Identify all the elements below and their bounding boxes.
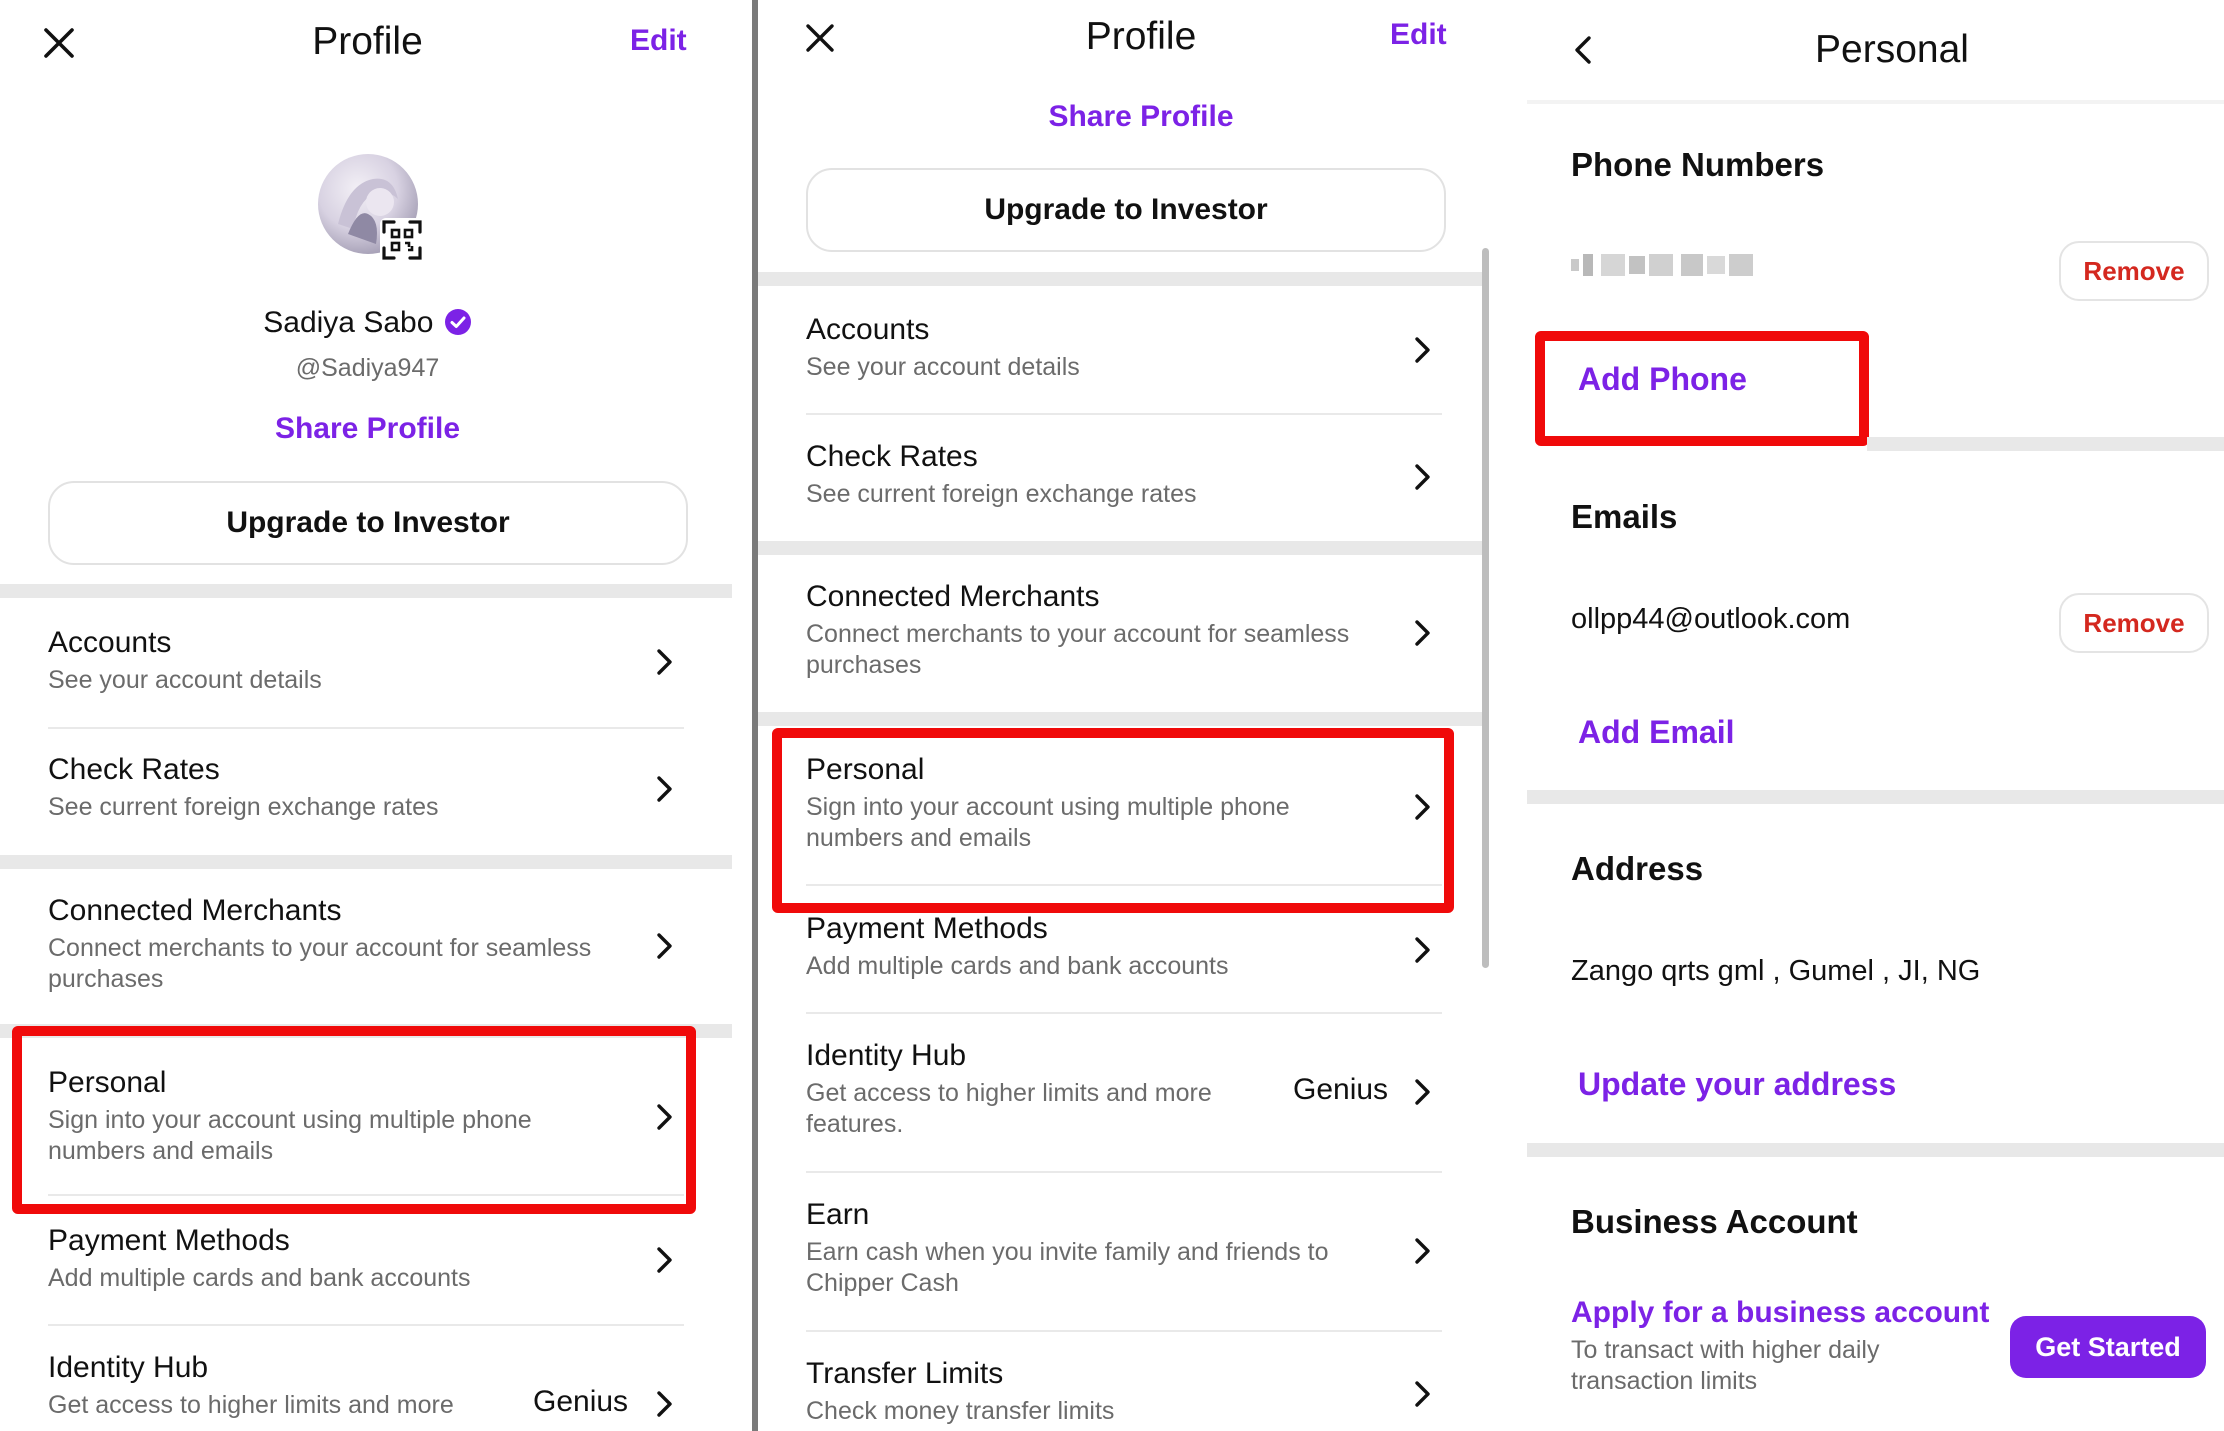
chevron-right-icon[interactable] — [1408, 619, 1436, 647]
edit-button[interactable]: Edit — [1390, 18, 1447, 52]
row-divider — [48, 727, 684, 729]
section-divider — [758, 272, 1488, 286]
menu-item-subtitle: Add multiple cards and bank accounts — [806, 952, 1229, 980]
edit-button[interactable]: Edit — [630, 24, 687, 58]
upgrade-to-investor-button[interactable]: Upgrade to Investor — [48, 481, 688, 565]
chevron-right-icon[interactable] — [1408, 936, 1436, 964]
highlight-box-personal — [772, 728, 1454, 913]
menu-item-subtitle: Connect merchants to your account for se… — [806, 620, 1350, 679]
personal-screen-right: Personal Phone Numbers Remove Add Phone … — [1527, 0, 2224, 1431]
page-title: Profile — [312, 20, 423, 63]
genius-badge: Genius — [1293, 1073, 1389, 1106]
share-profile-link[interactable]: Share Profile — [0, 412, 735, 446]
menu-item-title: Identity Hub — [48, 1351, 209, 1384]
menu-item-payment-methods[interactable]: Payment Methods Add multiple cards and b… — [48, 1222, 668, 1294]
menu-item-title: Payment Methods — [806, 912, 1048, 945]
chevron-right-icon[interactable] — [650, 648, 678, 676]
section-divider — [1867, 437, 2224, 451]
chevron-right-icon[interactable] — [1408, 1078, 1436, 1106]
qr-code-icon[interactable] — [380, 218, 424, 262]
email-address: ollpp44@outlook.com — [1571, 603, 1851, 635]
menu-item-connected-merchants[interactable]: Connected Merchants Connect merchants to… — [48, 892, 628, 995]
menu-item-title: Connected Merchants — [48, 894, 342, 927]
row-divider — [806, 1171, 1442, 1173]
menu-item-title: Connected Merchants — [806, 580, 1100, 613]
menu-item-identity-hub[interactable]: Identity Hub Get access to higher limits… — [48, 1349, 528, 1421]
username: @Sadiya947 — [295, 354, 440, 382]
apply-business-link[interactable]: Apply for a business account — [1571, 1296, 1989, 1330]
menu-item-subtitle: Earn cash when you invite family and fri… — [806, 1238, 1329, 1297]
profile-screen-middle: Profile Edit Share Profile Upgrade to In… — [758, 0, 1528, 1431]
user-name-row: Sadiya Sabo — [0, 306, 735, 344]
chevron-right-icon[interactable] — [1408, 463, 1436, 491]
section-divider — [758, 541, 1488, 555]
menu-item-subtitle: Check money transfer limits — [806, 1397, 1115, 1425]
user-name: Sadiya Sabo — [263, 306, 434, 339]
chevron-right-icon[interactable] — [650, 932, 678, 960]
address-text: Zango qrts gml , Gumel , JI, NG — [1571, 955, 1981, 987]
section-divider — [758, 712, 1488, 726]
section-heading-phone: Phone Numbers — [1571, 146, 1825, 183]
menu-item-title: Transfer Limits — [806, 1357, 1004, 1390]
chevron-right-icon[interactable] — [1408, 1237, 1436, 1265]
highlight-box-personal — [12, 1026, 696, 1214]
menu-item-accounts[interactable]: Accounts See your account details — [48, 624, 668, 696]
section-divider — [0, 584, 732, 598]
row-divider — [806, 413, 1442, 415]
menu-item-title: Earn — [806, 1198, 870, 1231]
menu-item-title: Check Rates — [806, 440, 978, 473]
menu-item-connected-merchants[interactable]: Connected Merchants Connect merchants to… — [806, 578, 1406, 681]
menu-item-payment-methods[interactable]: Payment Methods Add multiple cards and b… — [806, 910, 1406, 982]
section-heading-business: Business Account — [1571, 1203, 1858, 1240]
menu-item-check-rates[interactable]: Check Rates See current foreign exchange… — [806, 438, 1406, 510]
menu-item-subtitle: See current foreign exchange rates — [806, 480, 1197, 508]
scrollbar[interactable] — [1482, 248, 1489, 968]
header-shadow — [1527, 100, 2224, 104]
section-divider — [0, 855, 732, 869]
masked-phone-number — [1571, 250, 1771, 280]
menu-item-subtitle: See current foreign exchange rates — [48, 793, 439, 821]
get-started-button[interactable]: Get Started — [2010, 1316, 2206, 1378]
menu-item-title: Payment Methods — [48, 1224, 290, 1257]
menu-item-subtitle: Connect merchants to your account for se… — [48, 934, 592, 993]
chevron-right-icon[interactable] — [650, 775, 678, 803]
menu-item-title: Check Rates — [48, 753, 220, 786]
share-profile-link[interactable]: Share Profile — [758, 100, 1524, 134]
menu-item-subtitle: Get access to higher limits and more — [48, 1391, 454, 1419]
menu-item-title: Identity Hub — [806, 1039, 967, 1072]
menu-item-title: Accounts — [48, 626, 172, 659]
genius-badge: Genius — [533, 1385, 629, 1418]
row-divider — [48, 1324, 684, 1326]
menu-item-transfer-limits[interactable]: Transfer Limits Check money transfer lim… — [806, 1355, 1406, 1427]
menu-item-identity-hub[interactable]: Identity Hub Get access to higher limits… — [806, 1037, 1256, 1140]
page-title: Personal — [1815, 28, 1969, 71]
menu-item-subtitle: See your account details — [806, 353, 1080, 381]
profile-screen-left: Profile Edit Sadiya Sabo @Sadiya947 Shar… — [0, 0, 752, 1431]
section-heading-address: Address — [1571, 850, 1704, 887]
verified-badge-icon — [444, 308, 472, 344]
chevron-right-icon[interactable] — [1408, 1380, 1436, 1408]
remove-email-button[interactable]: Remove — [2059, 593, 2209, 653]
update-address-link[interactable]: Update your address — [1578, 1066, 1896, 1103]
highlight-box-add-phone — [1535, 331, 1869, 446]
menu-item-accounts[interactable]: Accounts See your account details — [806, 311, 1406, 383]
business-subtitle: To transact with higher daily transactio… — [1571, 1336, 1880, 1395]
add-email-link[interactable]: Add Email — [1578, 714, 1734, 751]
chevron-right-icon[interactable] — [1408, 336, 1436, 364]
menu-item-title: Accounts — [806, 313, 930, 346]
row-divider — [806, 1012, 1442, 1014]
section-divider — [1527, 1143, 2224, 1157]
upgrade-to-investor-button[interactable]: Upgrade to Investor — [806, 168, 1446, 252]
section-divider — [1527, 790, 2224, 804]
row-divider — [806, 1330, 1442, 1332]
remove-phone-button[interactable]: Remove — [2059, 241, 2209, 301]
chevron-right-icon[interactable] — [650, 1246, 678, 1274]
menu-item-earn[interactable]: Earn Earn cash when you invite family an… — [806, 1196, 1386, 1299]
menu-item-subtitle: Add multiple cards and bank accounts — [48, 1264, 471, 1292]
chevron-right-icon[interactable] — [650, 1390, 678, 1418]
menu-item-subtitle: Get access to higher limits and more fea… — [806, 1079, 1212, 1138]
menu-item-check-rates[interactable]: Check Rates See current foreign exchange… — [48, 751, 668, 823]
menu-item-subtitle: See your account details — [48, 666, 322, 694]
section-heading-emails: Emails — [1571, 498, 1678, 535]
